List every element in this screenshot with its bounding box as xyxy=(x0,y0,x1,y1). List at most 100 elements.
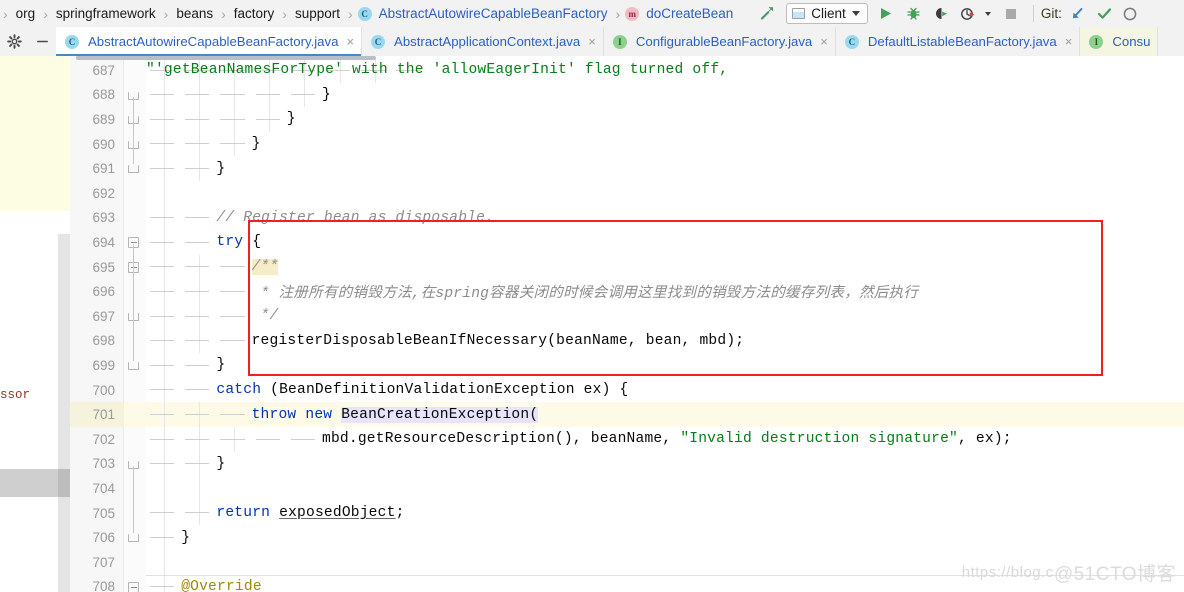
minimize-icon[interactable] xyxy=(28,27,56,56)
fold-marker-end[interactable] xyxy=(128,534,139,543)
editor-line-693[interactable]: 693 // Register bean as disposable. xyxy=(70,205,1184,231)
editor-tab-abstractapplicationcontext[interactable]: C AbstractApplicationContext.java × xyxy=(362,27,604,56)
token: } xyxy=(286,111,296,128)
editor-line-692[interactable]: 692 xyxy=(70,181,1184,206)
indent-dash xyxy=(220,340,245,342)
editor-tab-abstractautowirecapablebeanfactory[interactable]: C AbstractAutowireCapableBeanFactory.jav… xyxy=(56,27,363,56)
breadcrumb-support[interactable]: support xyxy=(290,0,345,27)
token: (BeanDefinitionValidationException ex) { xyxy=(261,382,629,399)
breadcrumb-factory[interactable]: factory xyxy=(229,0,280,27)
indent-dash xyxy=(150,340,175,342)
editor-line-700[interactable]: 700 catch (BeanDefinitionValidationExcept… xyxy=(70,377,1184,403)
background-highlight-area xyxy=(0,56,70,211)
git-commit-checkmark-icon[interactable] xyxy=(1091,0,1118,27)
fold-spine xyxy=(133,268,134,312)
stop-icon[interactable] xyxy=(996,0,1026,27)
editor-tab-configurablebeanfactory[interactable]: I ConfigurableBeanFactory.java × xyxy=(604,27,836,56)
editor-line-702[interactable]: 702 mbd.getResourceDescription(), beanNam… xyxy=(70,427,1184,452)
background-text-fragment: ssor xyxy=(0,388,31,402)
code-text: return exposedObject; xyxy=(216,501,404,526)
code-text: } xyxy=(216,353,225,378)
editor-line-695[interactable]: 695 /** xyxy=(70,254,1184,280)
fold-marker-start[interactable] xyxy=(128,581,139,592)
git-update-project-icon[interactable] xyxy=(1064,0,1091,27)
breadcrumb-method[interactable]: m doCreateBean xyxy=(623,0,738,27)
indent-dash xyxy=(185,340,210,342)
run-with-coverage-icon[interactable] xyxy=(928,0,956,27)
breadcrumb-springframework[interactable]: springframework xyxy=(51,0,161,27)
code-text: /** xyxy=(251,255,279,280)
token: new xyxy=(305,406,333,423)
indent-dash xyxy=(185,364,210,366)
breadcrumb-separator: › xyxy=(348,5,353,22)
editor-line-701[interactable]: 701 throw new BeanCreationException( xyxy=(70,402,1184,427)
line-number: 695 xyxy=(92,259,115,275)
breadcrumb-beans[interactable]: beans xyxy=(171,0,218,27)
tab-label: DefaultListableBeanFactory.java xyxy=(867,34,1057,49)
breadcrumb-class[interactable]: C AbstractAutowireCapableBeanFactory xyxy=(356,0,613,27)
run-configuration-icon xyxy=(792,8,806,19)
git-history-icon[interactable] xyxy=(1118,0,1142,27)
breadcrumb-label: support xyxy=(294,6,340,21)
editor-line-694[interactable]: 694 try { xyxy=(70,230,1184,255)
indent-dash xyxy=(150,413,175,415)
fold-marker-end[interactable] xyxy=(128,362,139,371)
idea-window: › org › springframework › beans › factor… xyxy=(0,0,1184,592)
indent-dash xyxy=(220,438,245,440)
fold-spine xyxy=(133,465,134,534)
run-icon[interactable] xyxy=(872,0,900,27)
editor-line-696[interactable]: 696 * 注册所有的销毁方法,在spring容器关闭的时候会调用这里找到的销毁… xyxy=(70,279,1184,304)
editor-horizontal-scrollbar[interactable] xyxy=(76,56,376,60)
background-scrollbar-thumb[interactable] xyxy=(58,469,70,497)
indent-dash xyxy=(185,438,210,440)
profiler-icon[interactable] xyxy=(956,0,980,27)
editor-line-704[interactable]: 704 xyxy=(70,476,1184,501)
editor-line-706[interactable]: 706} xyxy=(70,525,1184,550)
fold-spine xyxy=(133,96,134,165)
indent-dash xyxy=(150,290,175,292)
editor-tab-consumer[interactable]: I Consu xyxy=(1080,27,1159,56)
indent-guide xyxy=(163,574,165,592)
fold-marker-end[interactable] xyxy=(128,165,139,174)
editor-line-705[interactable]: 705 return exposedObject; xyxy=(70,500,1184,526)
token: registerDisposableBeanIfNecessary(beanNa… xyxy=(251,332,745,349)
watermark-brand: @51CTO博客 xyxy=(1053,564,1176,585)
editor-line-690[interactable]: 690} xyxy=(70,131,1184,157)
editor-line-687[interactable]: 687 "'getBeanNamesForType' with the 'allo… xyxy=(70,58,1184,83)
line-number: 703 xyxy=(92,456,115,472)
editor-line-688[interactable]: 688} xyxy=(70,82,1184,108)
indent-dash xyxy=(220,118,245,120)
profiler-dropdown-icon[interactable] xyxy=(980,0,996,27)
editor-line-698[interactable]: 698 registerDisposableBeanIfNecessary(bea… xyxy=(70,328,1184,354)
close-icon[interactable]: × xyxy=(343,34,354,49)
background-scrollbar-track[interactable] xyxy=(58,234,70,592)
indent-dash xyxy=(290,438,315,440)
indent-dash xyxy=(150,217,175,219)
close-icon[interactable]: × xyxy=(1062,34,1073,49)
indent-dash xyxy=(220,94,245,96)
editor-line-703[interactable]: 703} xyxy=(70,451,1184,477)
editor-line-699[interactable]: 699} xyxy=(70,353,1184,378)
breadcrumb-org[interactable]: org xyxy=(11,0,41,27)
class-icon: C xyxy=(844,34,859,49)
breadcrumb-label: factory xyxy=(233,6,275,21)
indent-guide xyxy=(163,476,165,501)
editor-tab-defaultlistablebeanfactory[interactable]: C DefaultListableBeanFactory.java × xyxy=(836,27,1081,56)
token: * 注册所有的销毁方法,在spring容器关闭的时候会调用这里找到的销毁方法的缓… xyxy=(251,286,919,303)
gear-icon[interactable] xyxy=(0,27,28,56)
indent-dash xyxy=(185,315,210,317)
token: throw xyxy=(251,406,297,423)
code-editor[interactable]: 687 "'getBeanNamesForType' with the 'allo… xyxy=(70,56,1184,592)
run-configuration-selector[interactable]: Client xyxy=(786,3,868,24)
close-icon[interactable]: × xyxy=(817,34,828,49)
editor-line-697[interactable]: 697 */ xyxy=(70,304,1184,329)
debug-icon[interactable] xyxy=(900,0,928,27)
token: @Override xyxy=(181,578,262,592)
editor-line-691[interactable]: 691} xyxy=(70,156,1184,181)
editor-line-689[interactable]: 689} xyxy=(70,107,1184,132)
build-hammer-icon[interactable] xyxy=(752,0,782,27)
close-icon[interactable]: × xyxy=(585,34,596,49)
